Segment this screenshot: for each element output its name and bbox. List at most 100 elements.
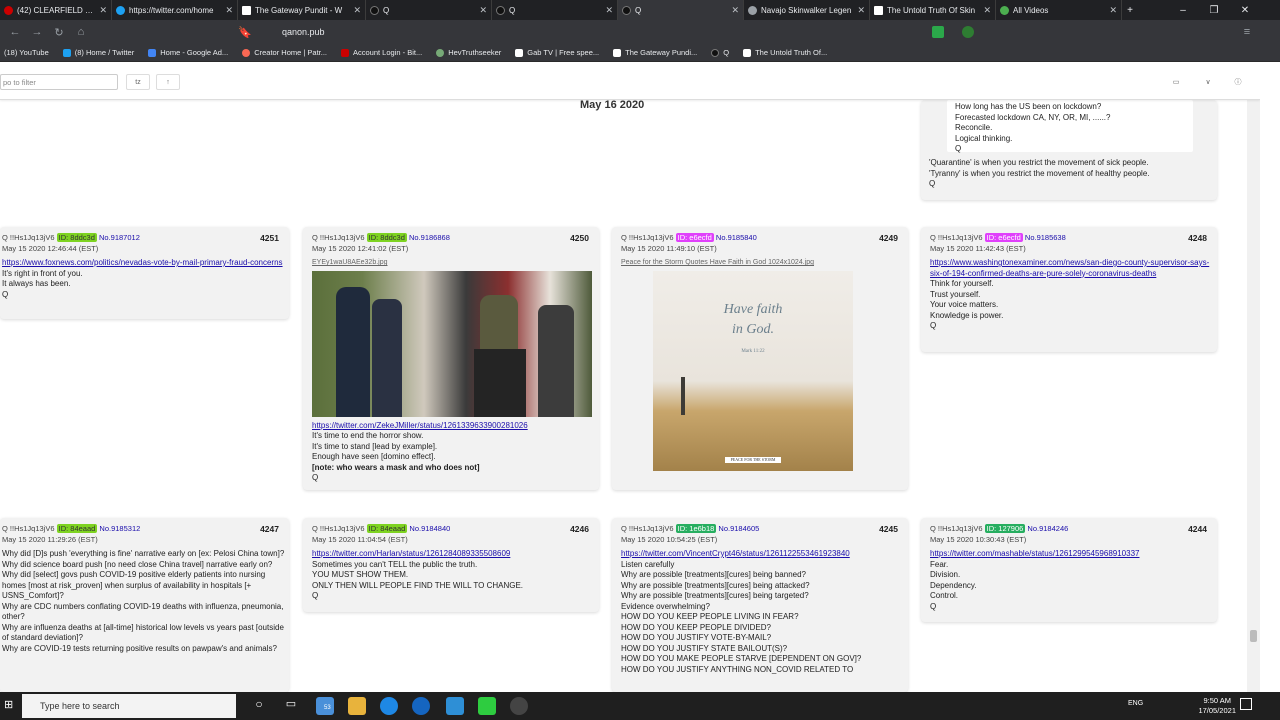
shield-icon[interactable] [962, 26, 974, 38]
g-icon [743, 48, 752, 57]
bookmark-item[interactable]: Creator Home | Patr... [242, 48, 327, 57]
post-number: 4249 [879, 233, 898, 243]
image-filename[interactable]: EYEy1waU8AEe32b.jpg [312, 258, 597, 269]
post-no-link[interactable]: No.9184840 [409, 524, 450, 533]
post-image[interactable] [312, 270, 592, 417]
quote-block: How long has the US been on lockdown? Fo… [947, 100, 1193, 153]
post-card: 4250 Q !!Hs1Jq13jV6 ID: 8ddc3d No.918686… [303, 227, 599, 490]
maximize-button[interactable]: ❐ [1199, 0, 1229, 20]
browser-tab[interactable]: Q ✕ [366, 0, 492, 20]
close-icon[interactable]: ✕ [225, 5, 233, 16]
close-icon[interactable]: ✕ [353, 5, 361, 16]
new-tab-button[interactable]: + [1115, 0, 1145, 20]
bookmark-item[interactable]: Account Login - Bit... [341, 48, 422, 57]
forward-icon[interactable]: → [26, 21, 48, 43]
language-indicator[interactable]: ENG [1128, 700, 1143, 707]
post-link[interactable]: https://twitter.com/Harlan/status/126128… [312, 549, 597, 560]
id-badge: ID: 84eaad [366, 524, 408, 533]
post-no-link[interactable]: No.9185312 [99, 524, 140, 533]
filter-bar: po to filter tz ↑ ▭ ∨ ⓘ [0, 66, 1260, 100]
timezone-button[interactable]: tz [126, 74, 150, 90]
clock[interactable]: 9:50 AM 17/05/2021 [1198, 696, 1236, 716]
post-number: 4250 [570, 233, 589, 243]
bookmark-item[interactable]: HevTruthseeker [436, 48, 501, 57]
date-header: May 16 2020 [580, 99, 645, 111]
post-no-link[interactable]: No.9184605 [718, 524, 759, 533]
minimize-button[interactable]: – [1168, 0, 1198, 20]
extension-icon[interactable] [932, 26, 944, 38]
post-link[interactable]: https://www.washingtonexaminer.com/news/… [930, 258, 1215, 279]
bookmark-item[interactable]: Home - Google Ad... [148, 48, 228, 57]
post-no-link[interactable]: No.9185840 [716, 233, 757, 242]
globe-icon [436, 48, 445, 57]
taskbar-search[interactable]: Type here to search [22, 694, 236, 718]
q-icon [622, 5, 631, 15]
post-no-link[interactable]: No.9186868 [409, 233, 450, 242]
scrollbar-thumb[interactable] [1250, 630, 1257, 642]
post-no-link[interactable]: No.9184246 [1027, 524, 1068, 533]
post-link[interactable]: https://twitter.com/VincentCrypt46/statu… [621, 549, 906, 560]
bookmark-item[interactable]: (18) YouTube [4, 48, 49, 57]
bookmark-item[interactable]: The Gateway Pundi... [613, 48, 697, 57]
browser-tab[interactable]: Q ✕ [492, 0, 618, 20]
home-icon[interactable]: ⌂ [70, 21, 92, 43]
post-no-link[interactable]: No.9185638 [1025, 233, 1066, 242]
post-image[interactable]: Have faith in God. Mark 11:22 PEACE FOR … [653, 270, 853, 471]
close-icon[interactable]: ✕ [983, 5, 991, 16]
browser-tab[interactable]: Navajo Skinwalker Legen ✕ [744, 0, 870, 20]
post-card: 4246 Q !!Hs1Jq13jV6 ID: 84eaad No.918484… [303, 518, 599, 612]
task-view-icon[interactable]: ▭ [282, 697, 300, 715]
post-card: 4251 Q !!Hs1Jq13jV6 ID: 8ddc3d No.918701… [0, 227, 289, 319]
bookmark-item[interactable]: Q [711, 48, 729, 57]
close-icon[interactable]: ✕ [99, 5, 107, 16]
q-icon [711, 48, 720, 57]
app-icon[interactable] [446, 697, 464, 715]
internet-explorer-icon[interactable] [412, 697, 430, 715]
post-link[interactable]: https://twitter.com/ZekeJMiller/status/1… [312, 421, 597, 432]
messenger-icon[interactable] [478, 697, 496, 715]
cortana-icon[interactable]: ○ [250, 697, 268, 715]
layout-icon[interactable]: ▭ [1164, 74, 1188, 90]
close-icon[interactable]: ✕ [857, 5, 865, 16]
scrollbar[interactable] [1247, 100, 1260, 692]
sort-button[interactable]: ↑ [156, 74, 180, 90]
bookmark-icon[interactable]: 🔖 [234, 21, 256, 43]
chevron-down-icon[interactable]: ∨ [1196, 74, 1220, 90]
bookmark-item[interactable]: Gab TV | Free spee... [515, 48, 599, 57]
post-link[interactable]: https://www.foxnews.com/politics/nevadas… [2, 258, 287, 269]
post-card: 4244 Q !!Hs1Jq13jV6 ID: 127906 No.918424… [921, 518, 1217, 622]
info-icon[interactable]: ⓘ [1226, 74, 1250, 90]
close-icon[interactable]: ✕ [731, 5, 739, 16]
browser-tab[interactable]: All Videos ✕ [996, 0, 1122, 20]
mail-icon[interactable]: 53 [316, 697, 334, 715]
id-badge: ID: 8ddc3d [56, 233, 97, 242]
bookmark-item[interactable]: (8) Home / Twitter [62, 48, 134, 57]
browser-tab[interactable]: The Gateway Pundit - W ✕ [238, 0, 366, 20]
browser-tab[interactable]: (42) CLEARFIELD DOCTRI✕ [0, 0, 112, 20]
menu-icon[interactable]: ≡ [1236, 21, 1258, 43]
id-badge: ID: e6ecfd [675, 233, 714, 242]
notification-icon[interactable] [1240, 698, 1252, 710]
close-icon[interactable]: ✕ [605, 5, 613, 16]
edge-icon[interactable] [380, 697, 398, 715]
address-bar-row: ← → ↻ ⌂ 🔖 qanon.pub ≡ [0, 20, 1280, 44]
filter-input[interactable]: po to filter [0, 74, 118, 90]
chrome-icon[interactable] [510, 697, 528, 715]
post-link[interactable]: https://twitter.com/mashable/status/1261… [930, 549, 1215, 560]
browser-tab[interactable]: https://twitter.com/home ✕ [112, 0, 238, 20]
post-number: 4244 [1188, 524, 1207, 534]
back-icon[interactable]: ← [4, 21, 26, 43]
windows-start-icon[interactable]: ⊞ [4, 698, 18, 712]
google-ads-icon [148, 48, 157, 57]
close-icon[interactable]: ✕ [479, 5, 487, 16]
post-no-link[interactable]: No.9187012 [99, 233, 140, 242]
file-explorer-icon[interactable] [348, 697, 366, 715]
twitter-icon [116, 5, 125, 15]
reload-icon[interactable]: ↻ [48, 21, 70, 43]
bookmark-item[interactable]: The Untold Truth Of... [743, 48, 827, 57]
image-filename[interactable]: Peace for the Storm Quotes Have Faith in… [621, 258, 906, 269]
close-window-button[interactable]: ✕ [1230, 0, 1260, 20]
url-field[interactable]: qanon.pub [262, 24, 922, 40]
browser-tab-active[interactable]: Q ✕ [618, 0, 744, 20]
browser-tab[interactable]: The Untold Truth Of Skin ✕ [870, 0, 996, 20]
